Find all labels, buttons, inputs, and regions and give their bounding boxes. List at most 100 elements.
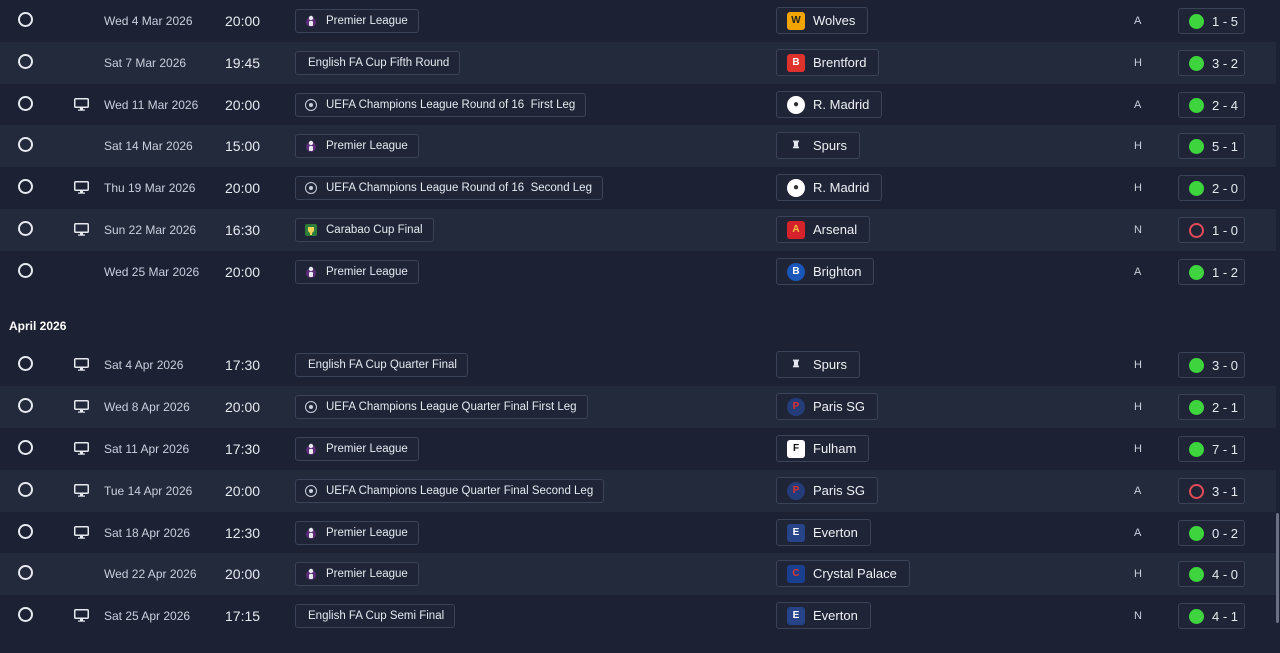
result-chip[interactable]: 5 - 1 bbox=[1178, 133, 1245, 159]
fixture-row[interactable]: Sun 22 Mar 2026 16:30 Carabao Cup Final A Ar… bbox=[0, 209, 1276, 251]
result-chip[interactable]: 2 - 0 bbox=[1178, 175, 1245, 201]
select-radio[interactable] bbox=[18, 179, 33, 194]
select-radio[interactable] bbox=[18, 524, 33, 539]
opponent-chip[interactable]: ♜ Spurs bbox=[776, 132, 860, 159]
opponent-chip[interactable]: A Arsenal bbox=[776, 216, 871, 243]
fixture-row[interactable]: Sat 4 Apr 2026 17:30 English FA Cup Quarte… bbox=[0, 344, 1276, 386]
opponent-label: Wolves bbox=[813, 13, 856, 28]
opponent-chip[interactable]: C Crystal Palace bbox=[776, 560, 910, 587]
competition-chip[interactable]: Premier League bbox=[295, 521, 419, 545]
select-radio[interactable] bbox=[18, 565, 33, 580]
scrollbar[interactable] bbox=[1276, 513, 1279, 623]
competition-chip[interactable]: Premier League bbox=[295, 562, 419, 586]
competition-chip[interactable]: English FA Cup Semi Final bbox=[295, 604, 456, 628]
result-chip[interactable]: 1 - 5 bbox=[1178, 8, 1245, 34]
result-chip[interactable]: 7 - 1 bbox=[1178, 436, 1245, 462]
competition-label: UEFA Champions League Round of 16 Second… bbox=[326, 182, 592, 194]
venue-label: A bbox=[1134, 266, 1142, 278]
everton-crest-icon: E bbox=[787, 523, 805, 542]
opponent-chip[interactable]: B Brighton bbox=[776, 258, 875, 285]
tv-icon bbox=[74, 442, 89, 455]
competition-chip[interactable]: UEFA Champions League Quarter Final Firs… bbox=[295, 395, 588, 419]
result-chip[interactable]: 2 - 4 bbox=[1178, 92, 1245, 118]
competition-chip[interactable]: English FA Cup Fifth Round bbox=[295, 51, 461, 75]
arsenal-crest-icon: A bbox=[787, 220, 805, 239]
fixture-time: 17:30 bbox=[225, 357, 261, 373]
competition-chip[interactable]: UEFA Champions League Round of 16 Second… bbox=[295, 176, 603, 200]
fixture-row[interactable]: Wed 4 Mar 2026 20:00 Premier League W Wolves… bbox=[0, 0, 1276, 42]
fixture-row[interactable]: Sat 11 Apr 2026 17:30 Premier League F Fulha… bbox=[0, 428, 1276, 470]
opponent-chip[interactable]: ● R. Madrid bbox=[776, 91, 883, 118]
fixture-date: Sat 14 Mar 2026 bbox=[104, 139, 193, 153]
venue-label: N bbox=[1134, 610, 1142, 622]
spurs-crest-icon: ♜ bbox=[791, 140, 801, 151]
fixture-row[interactable]: Tue 14 Apr 2026 20:00 UEFA Champions Leagu… bbox=[0, 470, 1276, 512]
competition-chip[interactable]: UEFA Champions League Round of 16 First … bbox=[295, 93, 587, 117]
win-dot-icon bbox=[1189, 138, 1204, 154]
competition-chip[interactable]: UEFA Champions League Quarter Final Seco… bbox=[295, 479, 605, 503]
result-chip[interactable]: 4 - 1 bbox=[1178, 603, 1245, 629]
opponent-chip[interactable]: P Paris SG bbox=[776, 393, 879, 420]
opponent-chip[interactable]: E Everton bbox=[776, 602, 871, 629]
competition-chip[interactable]: Premier League bbox=[295, 9, 419, 33]
wolves-crest-icon: W bbox=[787, 11, 805, 30]
select-radio[interactable] bbox=[18, 356, 33, 371]
select-radio[interactable] bbox=[18, 482, 33, 497]
result-chip[interactable]: 1 - 0 bbox=[1178, 217, 1245, 243]
brighton-crest-icon: B bbox=[787, 262, 805, 281]
competition-chip[interactable]: Premier League bbox=[295, 260, 419, 284]
select-radio[interactable] bbox=[18, 54, 33, 69]
fixture-row[interactable]: Sat 14 Mar 2026 15:00 Premier League ♜ Spurs… bbox=[0, 125, 1276, 167]
score-label: 1 - 2 bbox=[1212, 264, 1239, 280]
everton-crest-icon: E bbox=[787, 606, 805, 625]
win-dot-icon bbox=[1189, 399, 1204, 415]
competition-chip[interactable]: English FA Cup Quarter Final bbox=[295, 353, 468, 377]
win-dot-icon bbox=[1189, 180, 1204, 196]
fixture-row[interactable]: Wed 25 Mar 2026 20:00 Premier League B Brigh… bbox=[0, 251, 1276, 293]
select-radio[interactable] bbox=[18, 263, 33, 278]
fixture-date: Sun 22 Mar 2026 bbox=[104, 223, 197, 237]
competition-chip[interactable]: Premier League bbox=[295, 134, 419, 158]
fixture-row[interactable]: Thu 19 Mar 2026 20:00 UEFA Champions Leagu… bbox=[0, 167, 1276, 209]
select-radio[interactable] bbox=[18, 607, 33, 622]
venue-label: H bbox=[1134, 140, 1142, 152]
select-radio[interactable] bbox=[18, 12, 33, 27]
select-radio[interactable] bbox=[18, 398, 33, 413]
competition-label: English FA Cup Quarter Final bbox=[308, 359, 457, 371]
opponent-chip[interactable]: ♜ Spurs bbox=[776, 351, 860, 378]
result-chip[interactable]: 3 - 2 bbox=[1178, 50, 1245, 76]
result-chip[interactable]: 3 - 0 bbox=[1178, 352, 1245, 378]
fixture-row[interactable]: Sat 18 Apr 2026 12:30 Premier League E Evert… bbox=[0, 512, 1276, 554]
select-radio[interactable] bbox=[18, 137, 33, 152]
opponent-label: Brighton bbox=[813, 264, 862, 279]
tv-icon bbox=[74, 526, 89, 539]
fixture-row[interactable]: Wed 8 Apr 2026 20:00 UEFA Champions League… bbox=[0, 386, 1276, 428]
fixture-row[interactable]: Sat 25 Apr 2026 17:15 English FA Cup Semi … bbox=[0, 595, 1276, 637]
fixture-row[interactable]: Wed 22 Apr 2026 20:00 Premier League C Cryst… bbox=[0, 553, 1276, 595]
result-chip[interactable]: 1 - 2 bbox=[1178, 259, 1245, 285]
real-madrid-crest-icon: ● bbox=[787, 95, 805, 114]
tv-icon bbox=[74, 358, 89, 371]
opponent-chip[interactable]: E Everton bbox=[776, 519, 871, 546]
opponent-label: Spurs bbox=[813, 357, 847, 372]
result-chip[interactable]: 4 - 0 bbox=[1178, 561, 1245, 587]
fixture-row[interactable]: Wed 11 Mar 2026 20:00 UEFA Champions Leagu… bbox=[0, 84, 1276, 126]
opponent-chip[interactable]: B Brentford bbox=[776, 49, 880, 76]
competition-chip[interactable]: Carabao Cup Final bbox=[295, 218, 434, 242]
select-radio[interactable] bbox=[18, 96, 33, 111]
fixture-row[interactable]: Sat 7 Mar 2026 19:45 English FA Cup Fifth … bbox=[0, 42, 1276, 84]
result-chip[interactable]: 0 - 2 bbox=[1178, 520, 1245, 546]
competition-chip[interactable]: Premier League bbox=[295, 437, 419, 461]
champions-league-icon bbox=[304, 400, 318, 414]
result-chip[interactable]: 3 - 1 bbox=[1178, 478, 1245, 504]
fulham-crest-icon: F bbox=[787, 439, 805, 458]
result-chip[interactable]: 2 - 1 bbox=[1178, 394, 1245, 420]
opponent-chip[interactable]: F Fulham bbox=[776, 435, 870, 462]
select-radio[interactable] bbox=[18, 221, 33, 236]
opponent-chip[interactable]: W Wolves bbox=[776, 7, 869, 34]
select-radio[interactable] bbox=[18, 440, 33, 455]
opponent-chip[interactable]: ● R. Madrid bbox=[776, 174, 883, 201]
opponent-label: Crystal Palace bbox=[813, 566, 897, 581]
opponent-chip[interactable]: P Paris SG bbox=[776, 477, 879, 504]
venue-label: N bbox=[1134, 224, 1142, 236]
